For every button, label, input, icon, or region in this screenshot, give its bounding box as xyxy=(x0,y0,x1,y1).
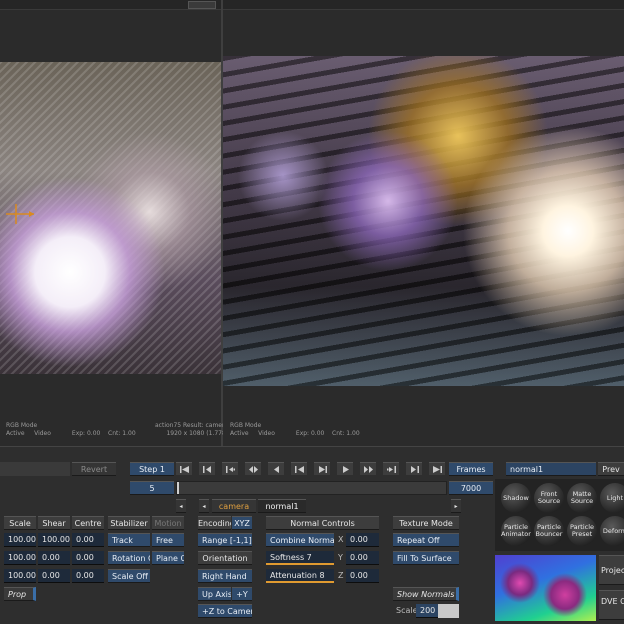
go-end-icon[interactable] xyxy=(429,462,445,475)
dve-object-button[interactable]: DVE Object xyxy=(599,590,624,620)
scale-x-field[interactable]: 100.00 xyxy=(4,533,36,547)
x-value-field[interactable]: 0.00 xyxy=(346,533,379,547)
centre-button[interactable]: Centre xyxy=(72,516,104,530)
left-viewport-image[interactable] xyxy=(0,62,221,374)
shear-button[interactable]: Shear xyxy=(38,516,70,530)
node-shadow[interactable]: Shadow xyxy=(501,483,531,513)
prev-key-icon[interactable] xyxy=(222,462,238,475)
left-viewer-result: action75 Result: camera 1920 x 1080 (1.7… xyxy=(155,422,229,437)
free-button[interactable]: Free xyxy=(152,533,184,547)
prev-button[interactable]: Prev xyxy=(598,462,624,476)
centre-y-field[interactable]: 0.00 xyxy=(72,551,104,565)
prev-keyframe-icon[interactable] xyxy=(199,462,215,475)
play-icon[interactable] xyxy=(337,462,353,475)
z-axis-label: Z xyxy=(338,571,344,580)
fill-to-surface-button[interactable]: Fill To Surface xyxy=(393,551,459,565)
scale-slider[interactable] xyxy=(438,604,459,618)
node-matte-source[interactable]: Matte Source xyxy=(567,483,597,513)
rotation-off-button[interactable]: Rotation Off xyxy=(108,551,150,565)
node-front-source[interactable]: Front Source xyxy=(534,483,564,513)
right-viewer-info: RGB Mode Active Video Exp: 0.00 Cnt: 1.0… xyxy=(230,422,360,437)
show-normals-toggle[interactable]: Show Normals xyxy=(393,587,459,601)
play-reverse-icon[interactable] xyxy=(291,462,307,475)
scale-label: Scale xyxy=(396,606,418,615)
left-viewport[interactable]: RGB Mode Active Video Exp: 0.00 Cnt: 1.0… xyxy=(0,10,228,446)
tab-scroll-left[interactable]: ◂ xyxy=(176,499,186,513)
softness-field[interactable]: Softness 7 xyxy=(266,551,334,565)
node-preview[interactable] xyxy=(495,555,596,621)
tab-scroll-right[interactable]: ▸ xyxy=(451,499,461,513)
total-frames-field[interactable]: 7000 xyxy=(449,481,493,495)
z-value-field[interactable]: 0.00 xyxy=(346,569,379,583)
shear-z-field[interactable]: 0.00 xyxy=(38,569,70,583)
revert-button[interactable]: Revert xyxy=(72,462,116,476)
scale-z-field[interactable]: 100.00 xyxy=(4,569,36,583)
scale-y-field[interactable]: 100.00 xyxy=(4,551,36,565)
scale-button[interactable]: Scale xyxy=(4,516,36,530)
tab-normal1[interactable]: normal1 xyxy=(258,499,306,513)
centre-x-field[interactable]: 0.00 xyxy=(72,533,104,547)
left-viewer-info: RGB Mode Active Video Exp: 0.00 Cnt: 1.0… xyxy=(6,422,136,437)
transform-axis-icon[interactable] xyxy=(2,202,36,226)
next-keyframe-icon[interactable] xyxy=(406,462,422,475)
node-light[interactable]: Light xyxy=(600,483,624,513)
track-button[interactable]: Track xyxy=(108,533,150,547)
attenuation-field[interactable]: Attenuation 8 xyxy=(266,569,334,583)
dve-object-label: DVE Object xyxy=(601,597,624,606)
next-key-icon[interactable] xyxy=(383,462,399,475)
playhead[interactable] xyxy=(177,482,179,494)
shuttle-forward-icon[interactable] xyxy=(360,462,376,475)
texture-mode-title: Texture Mode xyxy=(393,516,459,530)
tab-scroll-left-2[interactable]: ◂ xyxy=(199,499,209,513)
scale-off-button[interactable]: Scale Off xyxy=(108,569,150,583)
centre-z-field[interactable]: 0.00 xyxy=(72,569,104,583)
repeat-off-button[interactable]: Repeat Off xyxy=(393,533,459,547)
step-back-icon[interactable] xyxy=(268,462,284,475)
node-particle-bouncer[interactable]: Particle Bouncer xyxy=(534,516,564,546)
tab-camera[interactable]: camera xyxy=(212,499,256,513)
stabilizer-button[interactable]: Stabilizer xyxy=(108,516,150,530)
plane-off-button[interactable]: Plane Off xyxy=(152,551,184,565)
combine-normals-button[interactable]: Combine Normals xyxy=(266,533,334,547)
up-axis-label[interactable]: Up Axis xyxy=(198,587,231,601)
timeline-left-field[interactable] xyxy=(0,462,70,476)
up-axis-value-button[interactable]: +Y xyxy=(232,587,252,601)
stop-icon[interactable] xyxy=(314,462,330,475)
node-deform[interactable]: Deform xyxy=(600,516,624,546)
step-button[interactable]: Step 1 xyxy=(130,462,174,476)
normal-controls-title: Normal Controls xyxy=(266,516,379,530)
encoding-label: Encoding xyxy=(198,516,231,530)
orientation-label: Orientation xyxy=(198,551,252,565)
range-button[interactable]: Range [-1,1] xyxy=(198,533,252,547)
scale-value-field[interactable]: 200 xyxy=(416,604,438,618)
go-start-icon[interactable] xyxy=(176,462,192,475)
right-hand-button[interactable]: Right Hand xyxy=(198,569,252,583)
projector-button[interactable]: Projector xyxy=(599,555,624,585)
x-axis-label: X xyxy=(338,535,344,544)
shear-x-field[interactable]: 100.00 xyxy=(38,533,70,547)
z-to-camera-button[interactable]: +Z to Camera xyxy=(198,604,252,618)
node-particle-preset[interactable]: Particle Preset xyxy=(567,516,597,546)
right-viewport[interactable]: RGB Mode Active Video Exp: 0.00 Cnt: 1.0… xyxy=(223,10,624,446)
encoding-value-button[interactable]: XYZ xyxy=(232,516,252,530)
prop-button[interactable]: Prop xyxy=(4,587,36,601)
node-particle-animator[interactable]: Particle Animator xyxy=(501,516,531,546)
frames-button[interactable]: Frames xyxy=(449,462,493,476)
y-axis-label: Y xyxy=(338,553,343,562)
y-value-field[interactable]: 0.00 xyxy=(346,551,379,565)
motion-button[interactable]: Motion xyxy=(152,516,184,530)
top-mini-button[interactable] xyxy=(188,1,216,9)
node-name-field[interactable]: normal1 xyxy=(506,462,596,476)
shear-y-field[interactable]: 0.00 xyxy=(38,551,70,565)
timeline-scrubber[interactable] xyxy=(176,481,447,495)
current-frame-field[interactable]: 5 xyxy=(130,481,174,495)
shuttle-back-icon[interactable] xyxy=(245,462,261,475)
right-viewport-image[interactable] xyxy=(223,56,624,386)
top-bar xyxy=(0,0,624,10)
